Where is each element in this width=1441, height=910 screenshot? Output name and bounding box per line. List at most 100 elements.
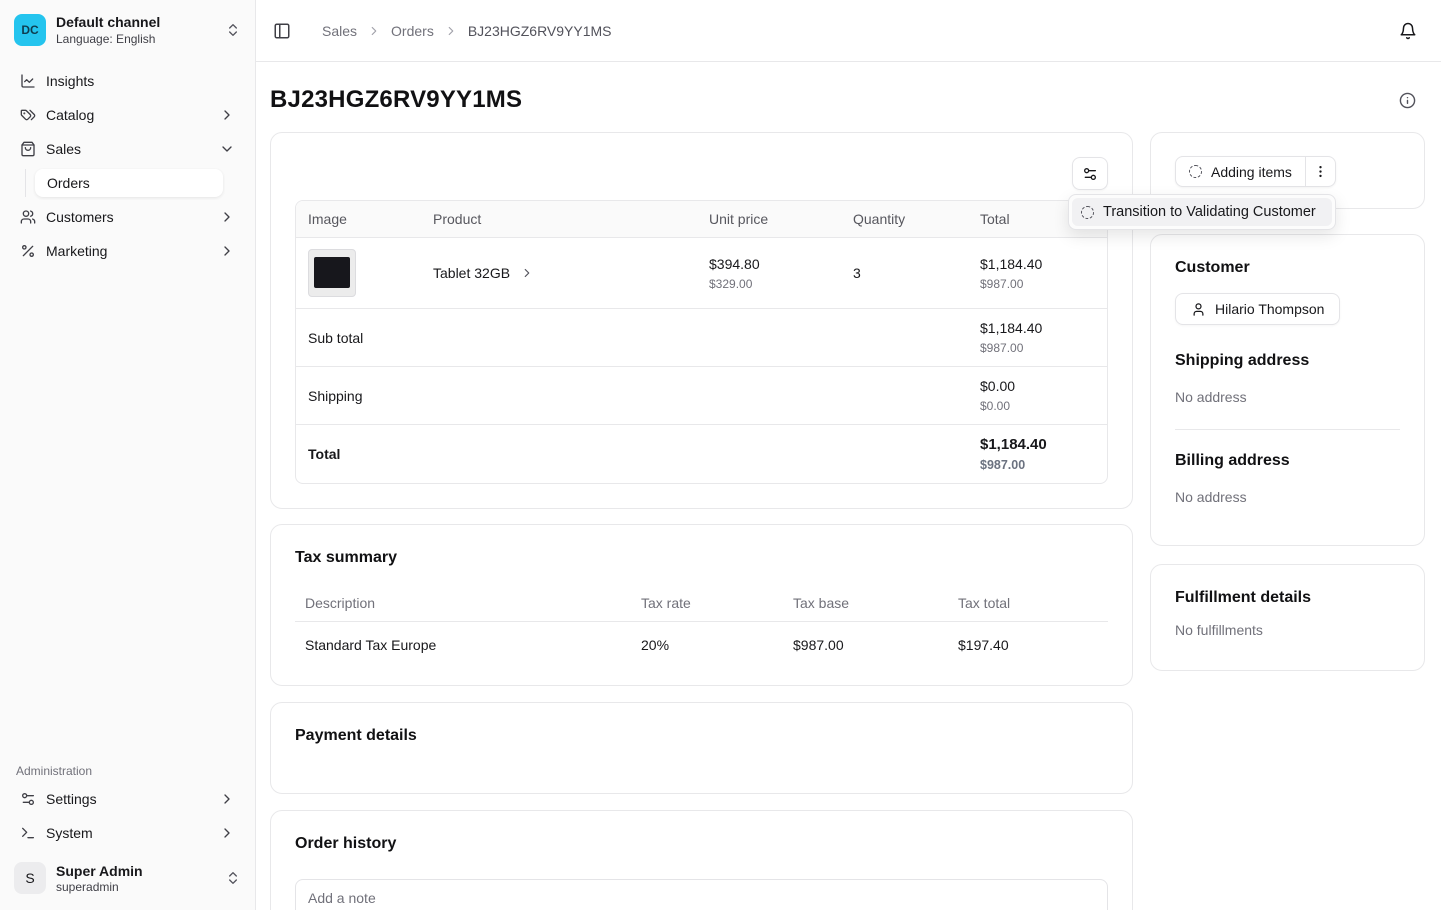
administration-section-label: Administration	[0, 764, 255, 778]
column-header-tax-base: Tax base	[783, 585, 948, 622]
table-header-row: Image Product Unit price Quantity Total	[296, 201, 1107, 238]
billing-address-title: Billing address	[1175, 452, 1400, 470]
shopping-bag-icon	[20, 141, 36, 157]
state-spinner-icon	[1189, 165, 1202, 178]
chevrons-up-down-icon	[225, 22, 241, 38]
sidebar-item-label: Marketing	[46, 243, 107, 259]
sidebar-item-system[interactable]: System	[12, 818, 243, 848]
user-icon	[1191, 302, 1206, 317]
unit-price-gross: $394.80	[709, 256, 829, 272]
channel-language: Language: English	[56, 32, 215, 46]
state-spinner-icon	[1081, 206, 1094, 219]
sidebar-toggle-button[interactable]	[273, 22, 291, 40]
order-state-button[interactable]: Adding items	[1176, 157, 1305, 186]
sidebar-item-label: Settings	[46, 791, 97, 807]
users-icon	[20, 209, 36, 225]
settings-sliders-icon	[20, 791, 36, 807]
table-settings-button[interactable]	[1072, 157, 1108, 190]
product-thumbnail	[308, 249, 356, 297]
sidebar-item-label: Sales	[46, 141, 81, 157]
subtotal-gross: $1,184.40	[980, 320, 1095, 336]
customer-title: Customer	[1175, 259, 1400, 277]
column-header-tax-total: Tax total	[948, 585, 1108, 622]
breadcrumb: Sales Orders BJ23HGZ6RV9YY1MS	[322, 23, 612, 39]
shipping-address-title: Shipping address	[1175, 352, 1400, 370]
shipping-gross: $0.00	[980, 378, 1095, 394]
fulfillment-empty-value: No fulfillments	[1175, 622, 1400, 638]
sidebar-item-orders[interactable]: Orders	[35, 169, 223, 197]
tax-base: $987.00	[783, 622, 948, 662]
sidebar-item-catalog[interactable]: Catalog	[12, 100, 243, 130]
channel-switcher[interactable]: DC Default channel Language: English	[12, 12, 243, 48]
info-icon[interactable]	[1399, 92, 1416, 109]
sidebar-item-label: Customers	[46, 209, 114, 225]
customer-link-button[interactable]: Hilario Thompson	[1175, 293, 1340, 325]
dropdown-item-label: Transition to Validating Customer	[1103, 204, 1316, 220]
add-note-input[interactable]	[295, 879, 1108, 910]
percent-icon	[20, 243, 36, 259]
sidebar-item-settings[interactable]: Settings	[12, 784, 243, 814]
chevrons-up-down-icon	[225, 870, 241, 886]
notifications-bell-icon[interactable]	[1399, 22, 1417, 40]
sidebar: DC Default channel Language: English Ins…	[0, 0, 256, 910]
insights-chart-icon	[20, 73, 36, 89]
tax-summary-title: Tax summary	[295, 549, 1108, 567]
breadcrumb-current: BJ23HGZ6RV9YY1MS	[468, 23, 612, 39]
user-username: superadmin	[56, 880, 215, 894]
order-state-label: Adding items	[1211, 164, 1292, 180]
chevron-right-icon	[367, 24, 381, 38]
user-menu[interactable]: S Super Admin superadmin	[12, 860, 243, 896]
channel-avatar: DC	[14, 14, 46, 46]
tax-row: Standard Tax Europe 20% $987.00 $197.40	[295, 622, 1108, 662]
subtotal-net: $987.00	[980, 341, 1095, 355]
order-state-menu-button[interactable]	[1306, 157, 1335, 186]
billing-address-value: No address	[1175, 489, 1400, 505]
ellipsis-vertical-icon	[1313, 164, 1328, 179]
chevron-down-icon	[219, 141, 235, 157]
chevron-right-icon	[219, 791, 235, 807]
chevron-right-icon	[219, 825, 235, 841]
breadcrumb-sales[interactable]: Sales	[322, 23, 357, 39]
sidebar-item-insights[interactable]: Insights	[12, 66, 243, 96]
fulfillment-details-title: Fulfillment details	[1175, 589, 1400, 607]
breadcrumb-orders[interactable]: Orders	[391, 23, 434, 39]
customer-card: Customer Hilario Thompson Shipping addre…	[1150, 234, 1425, 546]
order-state-split-button: Adding items	[1175, 156, 1336, 187]
order-total-gross: $1,184.40	[980, 436, 1095, 453]
shipping-net: $0.00	[980, 399, 1095, 413]
sidebar-item-label: Insights	[46, 73, 94, 89]
sidebar-item-marketing[interactable]: Marketing	[12, 236, 243, 266]
admin-nav: Settings System	[0, 784, 255, 848]
line-item-row: Tablet 32GB $394.80 $329.00	[296, 238, 1107, 309]
main-area: Sales Orders BJ23HGZ6RV9YY1MS BJ23HGZ6RV…	[256, 0, 1441, 910]
tags-icon	[20, 107, 36, 123]
order-history-title: Order history	[295, 835, 1108, 853]
chevron-right-icon	[219, 209, 235, 225]
sliders-icon	[1082, 166, 1098, 182]
user-avatar: S	[14, 862, 46, 894]
column-header-tax-rate: Tax rate	[631, 585, 783, 622]
shipping-label: Shipping	[296, 367, 968, 425]
transition-to-validating-customer-item[interactable]: Transition to Validating Customer	[1072, 198, 1332, 226]
state-transition-dropdown: Transition to Validating Customer	[1068, 194, 1336, 230]
chevron-right-icon	[444, 24, 458, 38]
user-name: Super Admin	[56, 863, 215, 879]
customer-name: Hilario Thompson	[1215, 301, 1324, 317]
fulfillment-details-card: Fulfillment details No fulfillments	[1150, 564, 1425, 671]
product-link[interactable]: Tablet 32GB	[433, 265, 534, 281]
topbar: Sales Orders BJ23HGZ6RV9YY1MS	[256, 0, 1441, 62]
column-header-image: Image	[296, 201, 421, 238]
sidebar-nav: Insights Catalog Sales	[0, 60, 255, 266]
divider	[1175, 429, 1400, 430]
sidebar-item-customers[interactable]: Customers	[12, 202, 243, 232]
channel-name: Default channel	[56, 14, 215, 30]
chevron-right-icon	[219, 243, 235, 259]
app-root: DC Default channel Language: English Ins…	[0, 0, 1441, 910]
tax-total: $197.40	[948, 622, 1108, 662]
sidebar-item-sales[interactable]: Sales	[12, 134, 243, 164]
page-title: BJ23HGZ6RV9YY1MS	[270, 86, 522, 114]
shipping-address-value: No address	[1175, 389, 1400, 405]
order-history-card: Order history	[270, 810, 1133, 910]
tax-description: Standard Tax Europe	[295, 622, 631, 662]
line-total-gross: $1,184.40	[980, 256, 1095, 272]
